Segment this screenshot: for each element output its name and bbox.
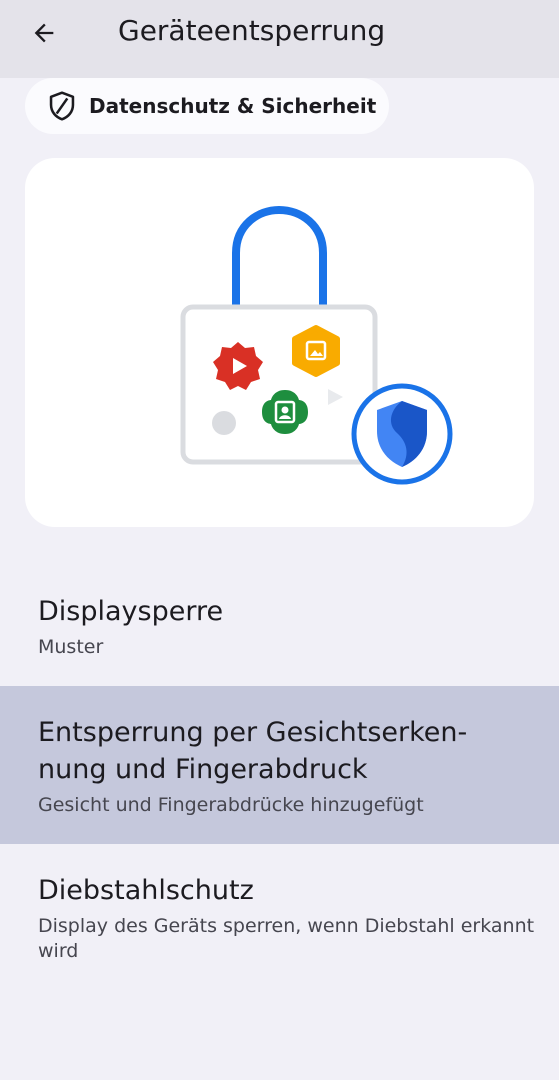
device-unlock-illustration [25, 158, 534, 527]
setting-summary: Gesicht und Fingerabdrücke hinzugefügt [38, 794, 424, 816]
back-button[interactable] [20, 13, 68, 57]
setting-title: Displaysperre [38, 596, 224, 627]
app-bar: Geräteentsperrung [0, 0, 559, 78]
setting-theft-protection[interactable]: Diebstahlschutz Display des Geräts sperr… [0, 844, 559, 984]
setting-title-line2: nung und Fingerabdruck [38, 754, 368, 785]
setting-summary-line2: wird [38, 940, 79, 962]
breadcrumb-label: Datenschutz & Sicherheit [89, 94, 377, 118]
setting-title-line1: Entsperrung per Gesichtserken- [38, 717, 468, 748]
setting-summary: Muster [38, 636, 104, 658]
setting-face-fingerprint-unlock[interactable]: Entsperrung per Gesichtserken- nung und … [0, 686, 559, 844]
gallery-icon [292, 325, 340, 377]
page-title: Geräteentsperrung [118, 14, 386, 47]
security-shield-icon [351, 383, 453, 485]
setting-summary-line1: Display des Geräts sperren, wenn Diebsta… [38, 915, 535, 937]
arrow-back-icon [30, 19, 58, 51]
breadcrumb-privacy-security[interactable]: Datenschutz & Sicherheit [25, 78, 389, 134]
setting-title: Diebstahlschutz [38, 875, 254, 906]
setting-screen-lock[interactable]: Displaysperre Muster [0, 578, 559, 686]
shield-outline-icon [47, 91, 77, 121]
